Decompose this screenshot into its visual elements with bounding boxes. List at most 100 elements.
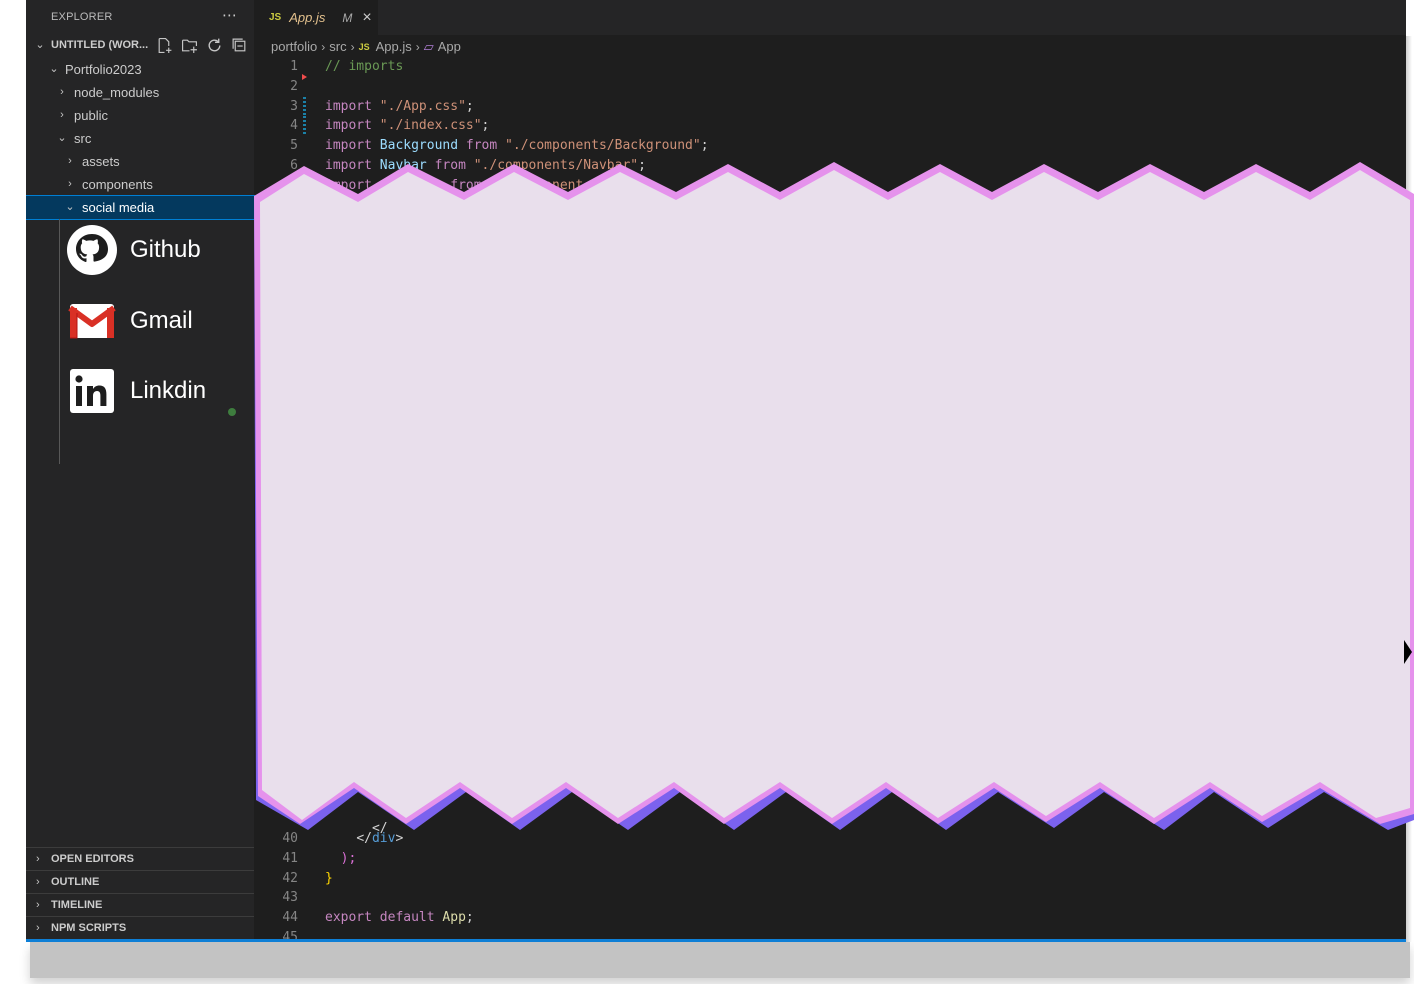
tree-item-social-media[interactable]: ⌄ social media <box>26 195 255 220</box>
breadcrumb-item[interactable]: App <box>438 37 461 57</box>
line-number: 45 <box>282 930 298 942</box>
tree-item-components[interactable]: › components <box>26 173 254 196</box>
collapse-all-icon[interactable] <box>231 37 248 54</box>
code-token: export <box>325 910 372 926</box>
js-file-icon: JS <box>358 42 370 52</box>
panel-open-editors[interactable]: › OPEN EDITORS <box>26 847 254 870</box>
code-line: import "./index.css"; <box>325 118 490 134</box>
error-marker-icon <box>302 74 307 80</box>
close-icon[interactable]: × <box>362 9 371 27</box>
breadcrumb-item[interactable]: portfolio <box>271 37 317 57</box>
line-number: 4 <box>290 118 298 134</box>
panel-timeline[interactable]: › TIMELINE <box>26 893 254 916</box>
chevron-right-icon: › <box>36 853 40 865</box>
social-link-gmail[interactable]: Gmail <box>66 291 193 351</box>
explorer-sidebar: EXPLORER ⋯ ⌄ UNTITLED (WOR... ⌄ Portfoli… <box>26 0 255 939</box>
breadcrumb-item[interactable]: src <box>329 37 346 57</box>
tree-item-label: src <box>74 131 92 146</box>
github-icon <box>67 225 117 275</box>
diff-gutter-marker <box>303 116 306 137</box>
symbol-cube-icon: ▱ <box>423 39 434 54</box>
chevron-right-icon: › <box>36 922 40 934</box>
new-file-icon[interactable] <box>156 37 173 54</box>
chevron-right-icon: › <box>415 40 420 54</box>
code-token: default <box>379 910 435 926</box>
chevron-right-icon: › <box>68 178 72 190</box>
tree-item-label: node_modules <box>74 85 160 100</box>
torn-paper-fill <box>260 170 1410 820</box>
chevron-right-icon: › <box>350 40 355 54</box>
panel-label: TIMELINE <box>51 899 103 911</box>
tree-item-public[interactable]: › public <box>26 104 254 127</box>
breadcrumb: portfolio › src › JS App.js › ▱ App <box>271 37 461 57</box>
code-token: App <box>442 910 466 926</box>
code-token: ); <box>340 850 357 866</box>
chevron-right-icon: › <box>321 40 326 54</box>
code-token: "./index.css" <box>379 118 482 134</box>
chevron-down-icon: ⌄ <box>49 63 59 75</box>
code-line: ); <box>325 849 357 869</box>
mouse-cursor-icon <box>1404 640 1412 664</box>
linkedin-label: Linkdin <box>130 377 207 404</box>
tree-item-label: assets <box>82 154 120 169</box>
panel-outline[interactable]: › OUTLINE <box>26 870 254 893</box>
code-line: import "./App.css"; <box>325 98 474 114</box>
tree-item-src[interactable]: ⌄ src <box>26 127 254 150</box>
line-number: 5 <box>290 138 298 154</box>
chevron-right-icon: › <box>36 899 40 911</box>
tree-item-label: Portfolio2023 <box>65 62 142 77</box>
diff-gutter-marker <box>303 96 306 117</box>
tab-bar: JS App.js M × <box>254 0 1406 35</box>
panel-label: NPM SCRIPTS <box>51 922 127 934</box>
chevron-right-icon: › <box>60 86 64 98</box>
panel-label: OUTLINE <box>51 876 100 888</box>
chevron-right-icon: › <box>36 876 40 888</box>
line-number: 3 <box>290 98 298 114</box>
panel-label: OPEN EDITORS <box>51 853 134 865</box>
chevron-down-icon: ⌄ <box>57 132 67 144</box>
line-number: 41 <box>282 850 298 866</box>
workspace-header[interactable]: ⌄ UNTITLED (WOR... <box>26 34 254 57</box>
code-token: "./App.css" <box>379 98 466 114</box>
chevron-down-icon: ⌄ <box>35 39 45 51</box>
line-number: 42 <box>282 870 298 886</box>
more-actions-icon[interactable]: ⋯ <box>222 6 238 24</box>
code-token: import <box>325 98 372 114</box>
code-token: import <box>325 138 372 154</box>
tree-item-node-modules[interactable]: › node_modules <box>26 81 254 104</box>
modified-badge: M <box>342 10 353 25</box>
line-number: 2 <box>290 78 298 94</box>
line-number: 44 <box>282 910 298 926</box>
linkedin-icon <box>70 369 114 413</box>
tree-item-label: components <box>82 177 153 192</box>
github-label: Github <box>130 236 201 263</box>
tree-item-assets[interactable]: › assets <box>26 150 254 173</box>
workspace-label: UNTITLED (WOR... <box>51 39 149 51</box>
window-shadow <box>30 942 1410 978</box>
refresh-icon[interactable] <box>206 37 223 54</box>
tab-label: App.js <box>289 10 326 25</box>
torn-paper-overlay <box>254 162 1414 830</box>
tab-app-js[interactable]: JS App.js M × <box>254 0 378 35</box>
social-link-github[interactable]: Github <box>66 220 201 280</box>
indent-guide <box>59 219 60 464</box>
code-token: "./components/Background" <box>505 138 701 154</box>
code-token: Background <box>379 138 459 154</box>
code-line: // imports <box>325 59 404 74</box>
code-line: } <box>325 870 333 886</box>
line-number: 1 <box>290 59 298 74</box>
new-folder-icon[interactable] <box>181 37 198 54</box>
js-file-icon: JS <box>269 12 282 23</box>
explorer-title: EXPLORER <box>51 11 113 23</box>
tree-item-portfolio2023[interactable]: ⌄ Portfolio2023 <box>26 58 254 81</box>
tree-item-label: social media <box>82 200 155 215</box>
tree-item-label: public <box>74 108 108 123</box>
panel-npm-scripts[interactable]: › NPM SCRIPTS <box>26 916 254 939</box>
chevron-right-icon: › <box>60 109 64 121</box>
social-link-linkedin[interactable]: Linkdin <box>66 361 206 421</box>
code-line: export default App; <box>325 910 474 926</box>
chevron-right-icon: › <box>68 155 72 167</box>
chevron-down-icon: ⌄ <box>65 201 75 213</box>
code-token: from <box>465 138 498 154</box>
breadcrumb-item[interactable]: App.js <box>376 37 412 57</box>
